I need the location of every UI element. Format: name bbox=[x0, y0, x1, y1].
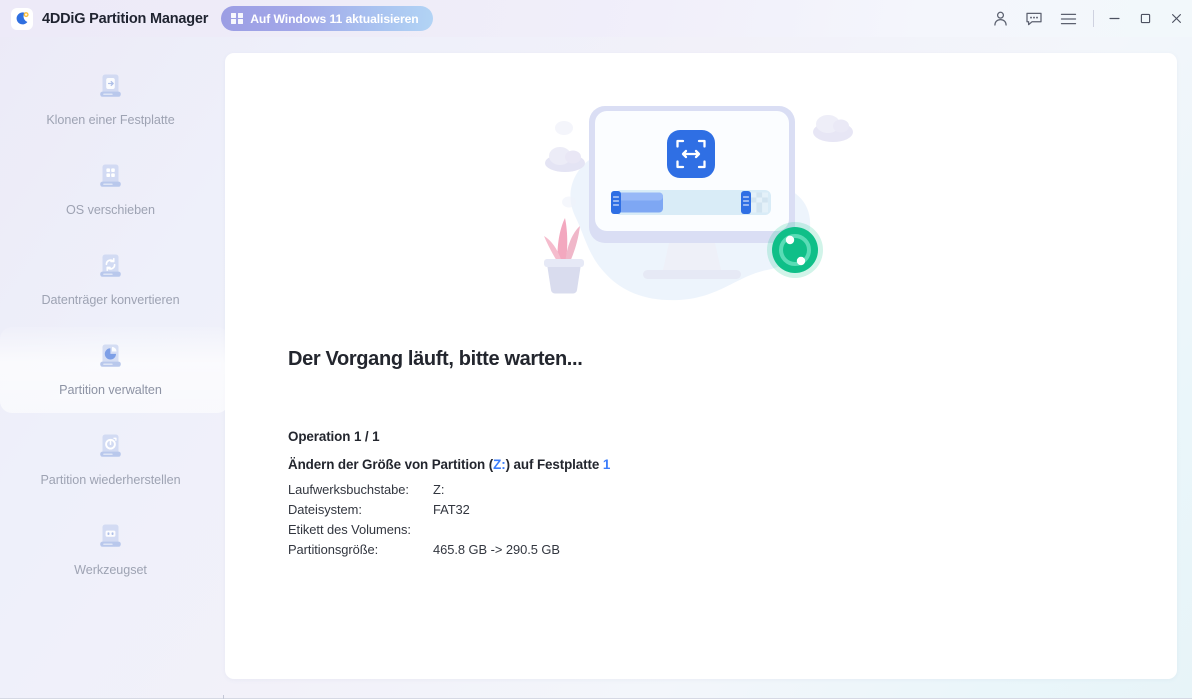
operation-counter: Operation 1 / 1 bbox=[288, 429, 380, 444]
resize-partition-illustration bbox=[533, 98, 873, 313]
sidebar-item-label: OS verschieben bbox=[66, 203, 155, 217]
update-windows11-button[interactable]: Auf Windows 11 aktualisieren bbox=[221, 6, 433, 31]
window-controls bbox=[983, 0, 1192, 37]
potted-plant-icon bbox=[544, 218, 584, 294]
sidebar-item-label: Partition wiederherstellen bbox=[40, 473, 181, 487]
operation-disk-number: 1 bbox=[602, 457, 611, 472]
move-os-icon bbox=[97, 163, 124, 194]
toolkit-icon bbox=[97, 523, 124, 554]
detail-value: FAT32 bbox=[433, 501, 470, 517]
detail-key: Laufwerksbuchstabe: bbox=[288, 481, 409, 497]
account-icon[interactable] bbox=[983, 0, 1017, 37]
sidebar-item-label: Klonen einer Festplatte bbox=[46, 113, 175, 127]
close-icon[interactable] bbox=[1161, 0, 1192, 37]
operation-title: Ändern der Größe von Partition (Z:) auf … bbox=[288, 457, 610, 472]
update-button-label: Auf Windows 11 aktualisieren bbox=[250, 11, 419, 26]
sidebar-item-clone-disk[interactable]: Klonen einer Festplatte bbox=[0, 55, 221, 145]
windows-logo-icon bbox=[231, 12, 244, 25]
detail-row: Partitionsgröße: 465.8 GB -> 290.5 GB bbox=[288, 539, 560, 559]
sync-progress-icon bbox=[767, 222, 823, 278]
menu-icon[interactable] bbox=[1051, 0, 1085, 37]
clone-disk-icon bbox=[97, 73, 124, 104]
title-bar: 4DDiG Partition Manager Auf Windows 11 a… bbox=[0, 0, 1192, 37]
sidebar-item-toolkit[interactable]: Werkzeugset bbox=[0, 505, 221, 595]
detail-key: Etikett des Volumens: bbox=[288, 521, 411, 537]
detail-row: Etikett des Volumens: bbox=[288, 519, 560, 539]
detail-value: Z: bbox=[433, 481, 445, 497]
operation-title-middle: ) auf Festplatte bbox=[505, 457, 603, 472]
sidebar-item-label: Datenträger konvertieren bbox=[41, 293, 180, 307]
manage-partition-icon bbox=[97, 343, 124, 374]
sidebar-item-label: Werkzeugset bbox=[74, 563, 147, 577]
sidebar-item-convert-disk[interactable]: Datenträger konvertieren bbox=[0, 235, 221, 325]
sidebar-item-manage-partition[interactable]: Partition verwalten bbox=[0, 325, 229, 415]
detail-row: Dateisystem: FAT32 bbox=[288, 499, 560, 519]
recover-partition-icon bbox=[97, 433, 124, 464]
convert-disk-icon bbox=[97, 253, 124, 284]
feedback-icon[interactable] bbox=[1017, 0, 1051, 37]
detail-key: Partitionsgröße: bbox=[288, 541, 379, 557]
content-panel: Der Vorgang läuft, bitte warten... Opera… bbox=[225, 53, 1177, 679]
sidebar: Klonen einer Festplatte OS verschieben D… bbox=[0, 37, 229, 699]
sidebar-item-label: Partition verwalten bbox=[59, 383, 162, 397]
sidebar-item-recover-partition[interactable]: Partition wiederherstellen bbox=[0, 415, 221, 505]
control-divider bbox=[1093, 10, 1094, 27]
app-title: 4DDiG Partition Manager bbox=[42, 10, 209, 27]
operation-drive-letter: Z: bbox=[493, 457, 506, 472]
window-bottom-tick bbox=[223, 695, 224, 699]
detail-value: 465.8 GB -> 290.5 GB bbox=[433, 541, 560, 557]
4ddig-logo-icon bbox=[15, 11, 30, 26]
detail-key: Dateisystem: bbox=[288, 501, 362, 517]
operation-details: Laufwerksbuchstabe: Z: Dateisystem: FAT3… bbox=[288, 479, 560, 559]
page-title: Der Vorgang läuft, bitte warten... bbox=[288, 348, 583, 370]
maximize-icon[interactable] bbox=[1130, 0, 1161, 37]
detail-row: Laufwerksbuchstabe: Z: bbox=[288, 479, 560, 499]
operation-title-prefix: Ändern der Größe von Partition ( bbox=[288, 457, 494, 472]
app-logo bbox=[11, 7, 33, 30]
minimize-icon[interactable] bbox=[1099, 0, 1130, 37]
sidebar-item-move-os[interactable]: OS verschieben bbox=[0, 145, 221, 235]
